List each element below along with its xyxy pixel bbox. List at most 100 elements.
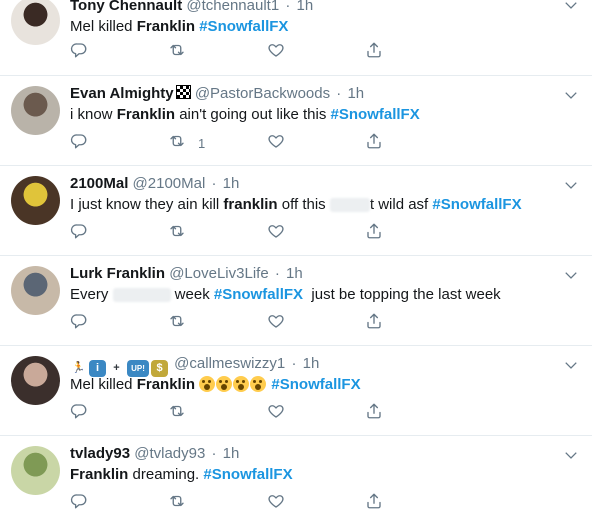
user-handle[interactable]: @callmeswizzy1 [174,355,285,372]
avatar[interactable] [11,86,60,135]
tweet-header: Evan Almighty @PastorBackwoods · 1h [70,84,562,104]
user-handle[interactable]: @PastorBackwoods [195,85,330,102]
tweet-text: Franklin dreaming. #SnowfallFX [70,465,562,485]
tweet-header: 🏃 i + UP! $ @callmeswizzy1 · 1h [70,354,562,377]
keyword-highlight: Franklin [116,106,176,123]
tweet-content: Evan Almighty @PastorBackwoods · 1h i kn… [70,84,562,125]
screaming-face-emoji-icon [250,376,267,392]
chevron-down-icon[interactable] [564,448,578,467]
tweet-3[interactable]: 2100Mal @2100Mal · 1h I just know they a… [0,166,592,256]
share-button[interactable] [365,493,383,513]
tweet-text: Every week #SnowfallFX just be topping t… [70,285,562,305]
timestamp[interactable]: 1h [297,0,314,14]
like-button[interactable] [267,403,285,423]
keyword-highlight: Franklin [70,466,129,483]
tweet-header: Tony Chennault @tchennault1 · 1h [70,0,562,16]
tweet-5[interactable]: 🏃 i + UP! $ @callmeswizzy1 · 1h Mel killed F… [0,346,592,436]
reply-icon [70,492,88,515]
chevron-down-icon[interactable] [564,0,578,17]
like-icon [267,41,285,64]
reply-button[interactable] [70,133,88,153]
reply-icon [70,402,88,425]
user-handle[interactable]: @2100Mal [133,175,206,192]
hashtag-link[interactable]: #SnowfallFX [199,18,288,35]
like-button[interactable] [267,133,285,153]
retweet-button[interactable] [168,313,198,333]
avatar[interactable] [11,356,60,405]
chevron-down-icon[interactable] [564,88,578,107]
avatar[interactable] [11,176,60,225]
tweet-actions [70,223,410,243]
chevron-down-icon[interactable] [564,358,578,377]
retweet-button[interactable] [168,42,198,62]
tweet-4[interactable]: Lurk Franklin @LoveLiv3Life · 1h Every w… [0,256,592,346]
timestamp[interactable]: 1h [303,355,320,372]
like-button[interactable] [267,223,285,243]
like-icon [267,402,285,425]
text-fragment: t wild asf [369,196,433,213]
like-button[interactable] [267,42,285,62]
tweet-actions [70,493,410,513]
separator-dot: · [336,85,342,102]
text-fragment: off this [277,196,330,213]
tweet-2[interactable]: Evan Almighty @PastorBackwoods · 1h i kn… [0,76,592,166]
text-fragment: week [170,286,214,303]
user-handle[interactable]: @tchennault1 [186,0,279,14]
tweet-1[interactable]: Tony Chennault @tchennault1 · 1h Mel kil… [0,0,592,76]
display-name[interactable]: 🏃 i + UP! $ [70,355,170,377]
reply-icon [70,312,88,335]
hashtag-link[interactable]: #SnowfallFX [203,466,292,483]
chevron-down-icon[interactable] [564,268,578,287]
screaming-face-emoji-icon [233,376,250,392]
timestamp[interactable]: 1h [223,175,240,192]
display-name[interactable]: tvlady93 [70,445,130,462]
retweet-icon [168,41,186,64]
reply-icon [70,222,88,245]
display-name[interactable]: Tony Chennault [70,0,182,14]
hashtag-link[interactable]: #SnowfallFX [271,376,360,393]
hashtag-link[interactable]: #SnowfallFX [432,196,521,213]
display-name[interactable]: Lurk Franklin [70,265,165,282]
timestamp[interactable]: 1h [347,85,364,102]
avatar[interactable] [11,266,60,315]
like-button[interactable] [267,313,285,333]
share-icon [365,132,383,155]
timestamp[interactable]: 1h [223,445,240,462]
reply-button[interactable] [70,42,88,62]
like-icon [267,222,285,245]
like-button[interactable] [267,493,285,513]
tweet-actions [70,403,410,423]
retweet-button[interactable] [168,223,198,243]
hashtag-link[interactable]: #SnowfallFX [331,106,420,123]
reply-button[interactable] [70,313,88,333]
tweet-feed: Tony Chennault @tchennault1 · 1h Mel kil… [0,0,592,531]
timestamp[interactable]: 1h [286,265,303,282]
avatar[interactable] [11,0,60,45]
hashtag-link[interactable]: #SnowfallFX [214,286,303,303]
text-fragment: Every [70,286,113,303]
tweet-6[interactable]: tvlady93 @tvlady93 · 1h Franklin dreamin… [0,436,592,531]
reply-button[interactable] [70,493,88,513]
retweet-button[interactable]: 1 [168,133,205,153]
reply-button[interactable] [70,223,88,243]
reply-button[interactable] [70,403,88,423]
screaming-face-emoji-icon [216,376,233,392]
retweet-button[interactable] [168,403,198,423]
retweet-icon [168,222,186,245]
share-icon [365,222,383,245]
keyword-highlight: Franklin [136,18,196,35]
display-name[interactable]: 2100Mal [70,175,128,192]
redacted-text [329,198,370,213]
share-button[interactable] [365,223,383,243]
retweet-button[interactable] [168,493,198,513]
retweet-count: 1 [198,135,206,151]
share-button[interactable] [365,403,383,423]
display-name[interactable]: Evan Almighty [70,85,174,102]
avatar[interactable] [11,446,60,495]
share-button[interactable] [365,133,383,153]
chevron-down-icon[interactable] [564,178,578,197]
share-button[interactable] [365,42,383,62]
user-handle[interactable]: @tvlady93 [134,445,205,462]
share-button[interactable] [365,313,383,333]
user-handle[interactable]: @LoveLiv3Life [169,265,268,282]
